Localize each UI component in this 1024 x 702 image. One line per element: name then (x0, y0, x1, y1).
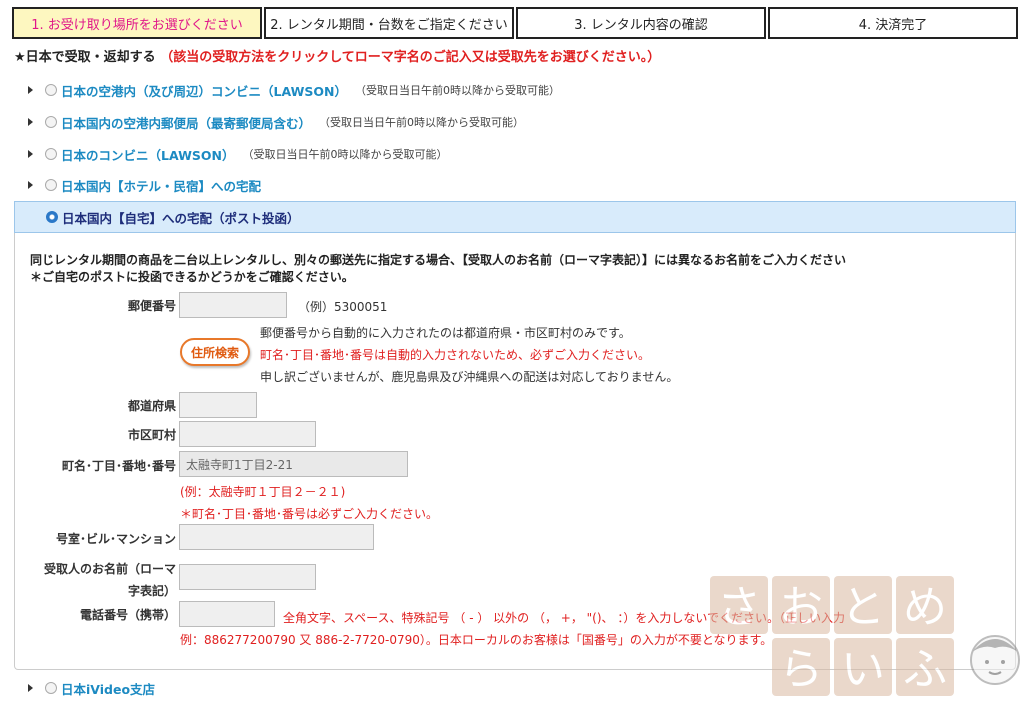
caret-right-icon (28, 181, 33, 189)
caret-right-icon (28, 684, 33, 692)
option-convenience-store[interactable]: 日本のコンビニ（LAWSON） （受取日当日午前0時以降から受取可能） (14, 140, 447, 168)
svg-text:さ: さ (717, 582, 761, 633)
option-hotel-delivery[interactable]: 日本国内【ホテル・民宿】への宅配 (14, 171, 261, 199)
step-tabs: 1. お受け取り場所をお選びください 2. レンタル期間・台数をご指定ください … (12, 7, 1018, 39)
radio-button[interactable] (45, 84, 57, 96)
option-note: （受取日当日午前0時以降から受取可能） (354, 84, 560, 97)
building-input[interactable] (179, 524, 374, 550)
option-note: （受取日当日午前0時以降から受取可能） (242, 148, 448, 161)
section-heading: ★日本で受取・返却する （該当の受取方法をクリックしてローマ字名のご記入又は受取… (14, 46, 660, 65)
step-4-tab: 4. 決済完了 (768, 7, 1018, 39)
recipient-name-label: 受取人のお名前（ローマ (43, 562, 176, 576)
shipping-restriction-info: 申し訳ございませんが、鹿児島県及び沖縄県への配送は対応しておりません。 (260, 370, 679, 384)
caret-right-icon (28, 118, 33, 126)
svg-text:ふ: ふ (903, 644, 947, 695)
radio-button[interactable] (45, 179, 57, 191)
svg-text:ら: ら (779, 644, 823, 695)
postal-code-input[interactable] (179, 292, 287, 318)
radio-button[interactable] (45, 148, 57, 160)
option-ivideo-branch[interactable]: 日本iVideo支店 (14, 674, 155, 702)
option-home-delivery[interactable]: 日本国内【自宅】への宅配（ポスト投函） (14, 201, 1016, 233)
radio-button[interactable] (45, 682, 57, 694)
step-2-tab: 2. レンタル期間・台数をご指定ください (264, 7, 514, 39)
address-search-button[interactable]: 住所検索 (180, 338, 250, 366)
option-airport-lawson[interactable]: 日本の空港内（及び周辺）コンビニ（LAWSON） （受取日当日午前0時以降から受… (14, 76, 560, 104)
option-note: （受取日当日午前0時以降から受取可能） (319, 116, 525, 129)
auto-fill-info: 郵便番号から自動的に入力されたのは都道府県・市区町村のみです。 (260, 326, 631, 340)
option-label[interactable]: 日本のコンビニ（LAWSON） (61, 145, 234, 164)
section-instruction: （該当の受取方法をクリックしてローマ字名のご記入又は受取先をお選びください。） (160, 50, 661, 65)
radio-button-checked[interactable] (46, 211, 58, 223)
recipient-name-label-cont: 字表記） (127, 584, 176, 598)
prefecture-input[interactable] (179, 392, 257, 418)
caret-right-icon (28, 86, 33, 94)
option-label[interactable]: 日本国内【ホテル・民宿】への宅配 (61, 176, 261, 195)
street-address-input[interactable]: 太融寺町1丁目2-21 (179, 451, 408, 477)
svg-text:め: め (903, 582, 947, 633)
option-label[interactable]: 日本iVideo支店 (61, 679, 155, 698)
caret-right-icon (28, 150, 33, 158)
radio-button[interactable] (45, 116, 57, 128)
street-address-required-note: ＊町名･丁目･番地･番号は必ずご入力ください。 (180, 507, 439, 521)
postal-code-label: 郵便番号 (127, 299, 176, 313)
section-title: ★日本で受取・返却する (14, 50, 156, 65)
street-address-label: 町名･丁目･番地･番号 (61, 459, 176, 473)
option-label[interactable]: 日本国内【自宅】への宅配（ポスト投函） (62, 208, 300, 227)
svg-text:と: と (841, 582, 885, 633)
option-label[interactable]: 日本の空港内（及び周辺）コンビニ（LAWSON） (61, 81, 347, 100)
city-label: 市区町村 (127, 428, 176, 442)
street-address-example: (例：太融寺町１丁目２－２１) (180, 485, 346, 499)
option-airport-post-office[interactable]: 日本国内の空港内郵便局（最寄郵便局含む） （受取日当日午前0時以降から受取可能） (14, 108, 524, 136)
step-3-tab: 3. レンタル内容の確認 (516, 7, 766, 39)
building-label: 号室･ビル･マンション (55, 532, 176, 546)
phone-label: 電話番号（携帯） (79, 608, 176, 622)
city-input[interactable] (179, 421, 316, 447)
face-illustration-icon (970, 635, 1020, 685)
step-1-tab: 1. お受け取り場所をお選びください (12, 7, 262, 39)
option-label[interactable]: 日本国内の空港内郵便局（最寄郵便局含む） (61, 113, 311, 132)
recipient-name-input[interactable] (179, 564, 316, 590)
phone-format-example: 例：886277200790 又 886-2-7720-0790）。日本ローカル… (180, 633, 773, 647)
manual-entry-warning: 町名･丁目･番地･番号は自動的入力されないため、必ずご入力ください。 (260, 348, 651, 362)
watermark-logo: さ お と め ら い ふ (710, 576, 1020, 696)
svg-text:い: い (841, 644, 885, 695)
prefecture-label: 都道府県 (127, 399, 176, 413)
svg-text:お: お (779, 582, 823, 633)
mailbox-note: ＊ご自宅のポストに投函できるかどうかをご確認ください。 (30, 270, 354, 284)
phone-input[interactable] (179, 601, 275, 627)
postal-code-example: （例）5300051 (298, 300, 388, 314)
multi-rental-note: 同じレンタル期間の商品を二台以上レンタルし、別々の郵送先に指定する場合、【受取人… (30, 253, 847, 267)
